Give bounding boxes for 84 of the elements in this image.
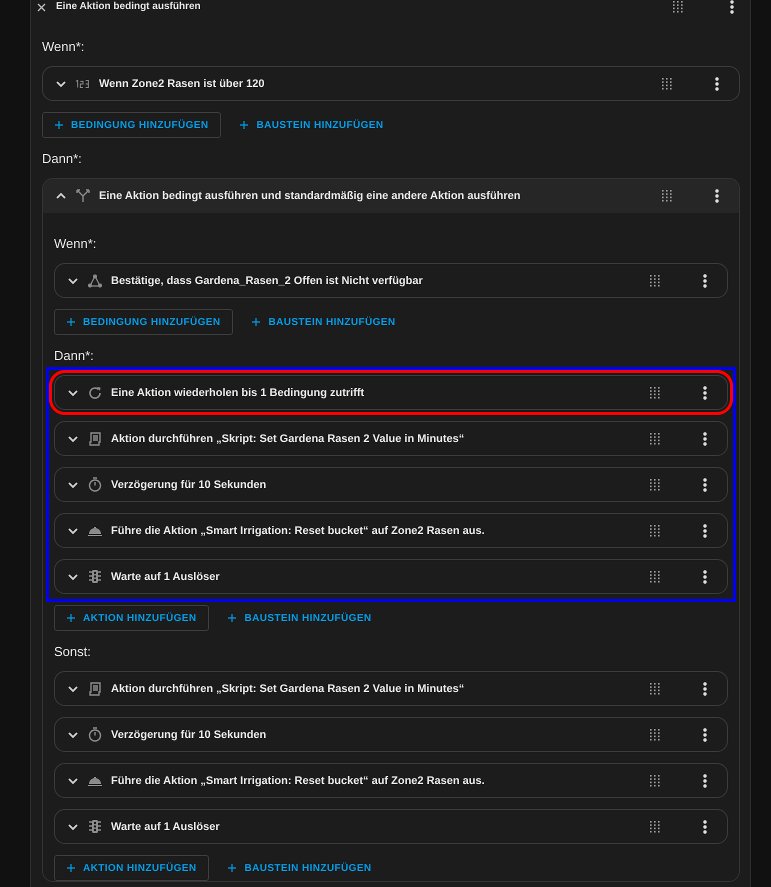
plus-icon <box>55 121 63 129</box>
traffic-light-icon <box>88 569 102 584</box>
more-options-icon[interactable] <box>703 478 707 492</box>
row-title: Führe die Aktion „Smart Irrigation: Reset bucket“ auf Zone2 Rasen aus. <box>111 524 486 536</box>
refresh-icon <box>88 386 102 400</box>
row-title: Aktion durchführen „Skript: Set Gardena Rasen 2 Value in Minutes“ <box>111 432 466 444</box>
add-button[interactable]: AKTION HINZUFÜGEN <box>54 855 210 881</box>
add-button[interactable]: AKTION HINZUFÜGEN <box>54 605 210 631</box>
drag-handle-icon[interactable] <box>650 682 660 694</box>
action-row[interactable]: Bestätige, dass Gardena_Rasen_2 Offen ist Nicht verfügbar <box>54 263 728 298</box>
row-title: Verzögerung für 10 Sekunden <box>111 728 268 740</box>
drag-handle-icon[interactable] <box>673 1 683 13</box>
drag-handle-icon[interactable] <box>650 728 660 740</box>
traffic-light-icon <box>88 819 102 834</box>
action-row[interactable]: Führe die Aktion „Smart Irrigation: Reset bucket“ auf Zone2 Rasen aus. <box>54 513 728 548</box>
section-label: Wenn*: <box>42 38 86 56</box>
more-options-icon[interactable] <box>703 820 707 834</box>
action-row[interactable]: Aktion durchführen „Skript: Set Gardena Rasen 2 Value in Minutes“ <box>54 421 728 456</box>
row-title: Aktion durchführen „Skript: Set Gardena Rasen 2 Value in Minutes“ <box>111 682 466 694</box>
scroll-icon <box>88 432 102 446</box>
drag-handle-icon[interactable] <box>650 820 660 832</box>
action-row[interactable]: Wenn Zone2 Rasen ist über 120 <box>42 66 740 101</box>
row-title: Eine Aktion wiederholen bis 1 Bedingung zutrifft <box>111 386 366 398</box>
plus-icon <box>67 614 75 622</box>
more-options-icon[interactable] <box>703 432 707 446</box>
row-title: Eine Aktion bedingt ausführen und standardmäßig eine andere Aktion ausführen <box>99 190 522 202</box>
more-options-icon[interactable] <box>703 524 707 538</box>
nodes-icon <box>88 274 102 288</box>
drag-handle-icon[interactable] <box>650 570 660 582</box>
drag-handle-icon[interactable] <box>662 78 672 90</box>
drag-handle-icon[interactable] <box>650 478 660 490</box>
branch-icon <box>76 189 90 203</box>
action-row[interactable]: Führe die Aktion „Smart Irrigation: Reset bucket“ auf Zone2 Rasen aus. <box>54 763 728 798</box>
more-options-icon[interactable] <box>703 386 707 400</box>
section-label: Dann*: <box>42 150 83 168</box>
timer-icon <box>88 477 102 492</box>
plus-icon <box>67 864 75 872</box>
row-title: Bestätige, dass Gardena_Rasen_2 Offen ist Nicht verfügbar <box>111 274 424 286</box>
action-row[interactable]: Verzögerung für 10 Sekunden <box>54 467 728 502</box>
more-options-icon[interactable] <box>703 682 707 696</box>
add-button[interactable]: BAUSTEIN HINZUFÜGEN <box>227 112 396 138</box>
add-button[interactable]: BEDINGUNG HINZUFÜGEN <box>54 309 234 335</box>
add-button[interactable]: BEDINGUNG HINZUFÜGEN <box>42 112 222 138</box>
row-title: Führe die Aktion „Smart Irrigation: Reset bucket“ auf Zone2 Rasen aus. <box>111 774 486 786</box>
drag-handle-icon[interactable] <box>650 432 660 444</box>
drag-handle-icon[interactable] <box>662 190 672 202</box>
close-icon[interactable] <box>37 2 46 12</box>
action-row[interactable]: Verzögerung für 10 Sekunden <box>54 717 728 752</box>
plus-icon <box>228 614 236 622</box>
block-header[interactable]: Eine Aktion bedingt ausführen und standardmäßig eine andere Aktion ausführen <box>43 179 739 213</box>
drag-handle-icon[interactable] <box>650 774 660 786</box>
row-title: Warte auf 1 Auslöser <box>111 570 221 582</box>
more-options-icon[interactable] <box>703 728 707 742</box>
plus-icon <box>240 121 248 129</box>
add-button[interactable]: BAUSTEIN HINZUFÜGEN <box>215 855 385 881</box>
bell-icon <box>87 774 103 786</box>
section-label: Dann*: <box>54 347 95 365</box>
row-title: Verzögerung für 10 Sekunden <box>111 478 268 490</box>
action-row[interactable]: Aktion durchführen „Skript: Set Gardena Rasen 2 Value in Minutes“ <box>54 671 728 706</box>
more-options-icon[interactable] <box>703 570 707 584</box>
bell-icon <box>87 524 103 536</box>
section-label: Wenn*: <box>54 235 98 253</box>
add-button[interactable]: BAUSTEIN HINZUFÜGEN <box>215 605 385 631</box>
numbers-icon <box>75 78 91 88</box>
more-options-icon[interactable] <box>730 0 734 14</box>
row-title: Warte auf 1 Auslöser <box>111 820 221 832</box>
action-row[interactable]: Warte auf 1 Auslöser <box>54 809 728 844</box>
plus-icon <box>67 318 75 326</box>
row-title: Wenn Zone2 Rasen ist über 120 <box>99 78 266 90</box>
scroll-icon <box>88 682 102 696</box>
plus-icon <box>252 318 260 326</box>
more-options-icon[interactable] <box>703 274 707 288</box>
more-options-icon[interactable] <box>715 189 719 203</box>
more-options-icon[interactable] <box>715 76 719 90</box>
timer-icon <box>88 727 102 742</box>
drag-handle-icon[interactable] <box>650 274 660 286</box>
drag-handle-icon[interactable] <box>650 524 660 536</box>
section-label: Sonst: <box>54 643 92 661</box>
action-row[interactable]: Warte auf 1 Auslöser <box>54 559 728 594</box>
add-button[interactable]: BAUSTEIN HINZUFÜGEN <box>239 309 408 335</box>
drag-handle-icon[interactable] <box>650 386 660 398</box>
more-options-icon[interactable] <box>703 774 707 788</box>
card-title: Eine Aktion bedingt ausführen <box>56 1 202 13</box>
plus-icon <box>228 864 236 872</box>
